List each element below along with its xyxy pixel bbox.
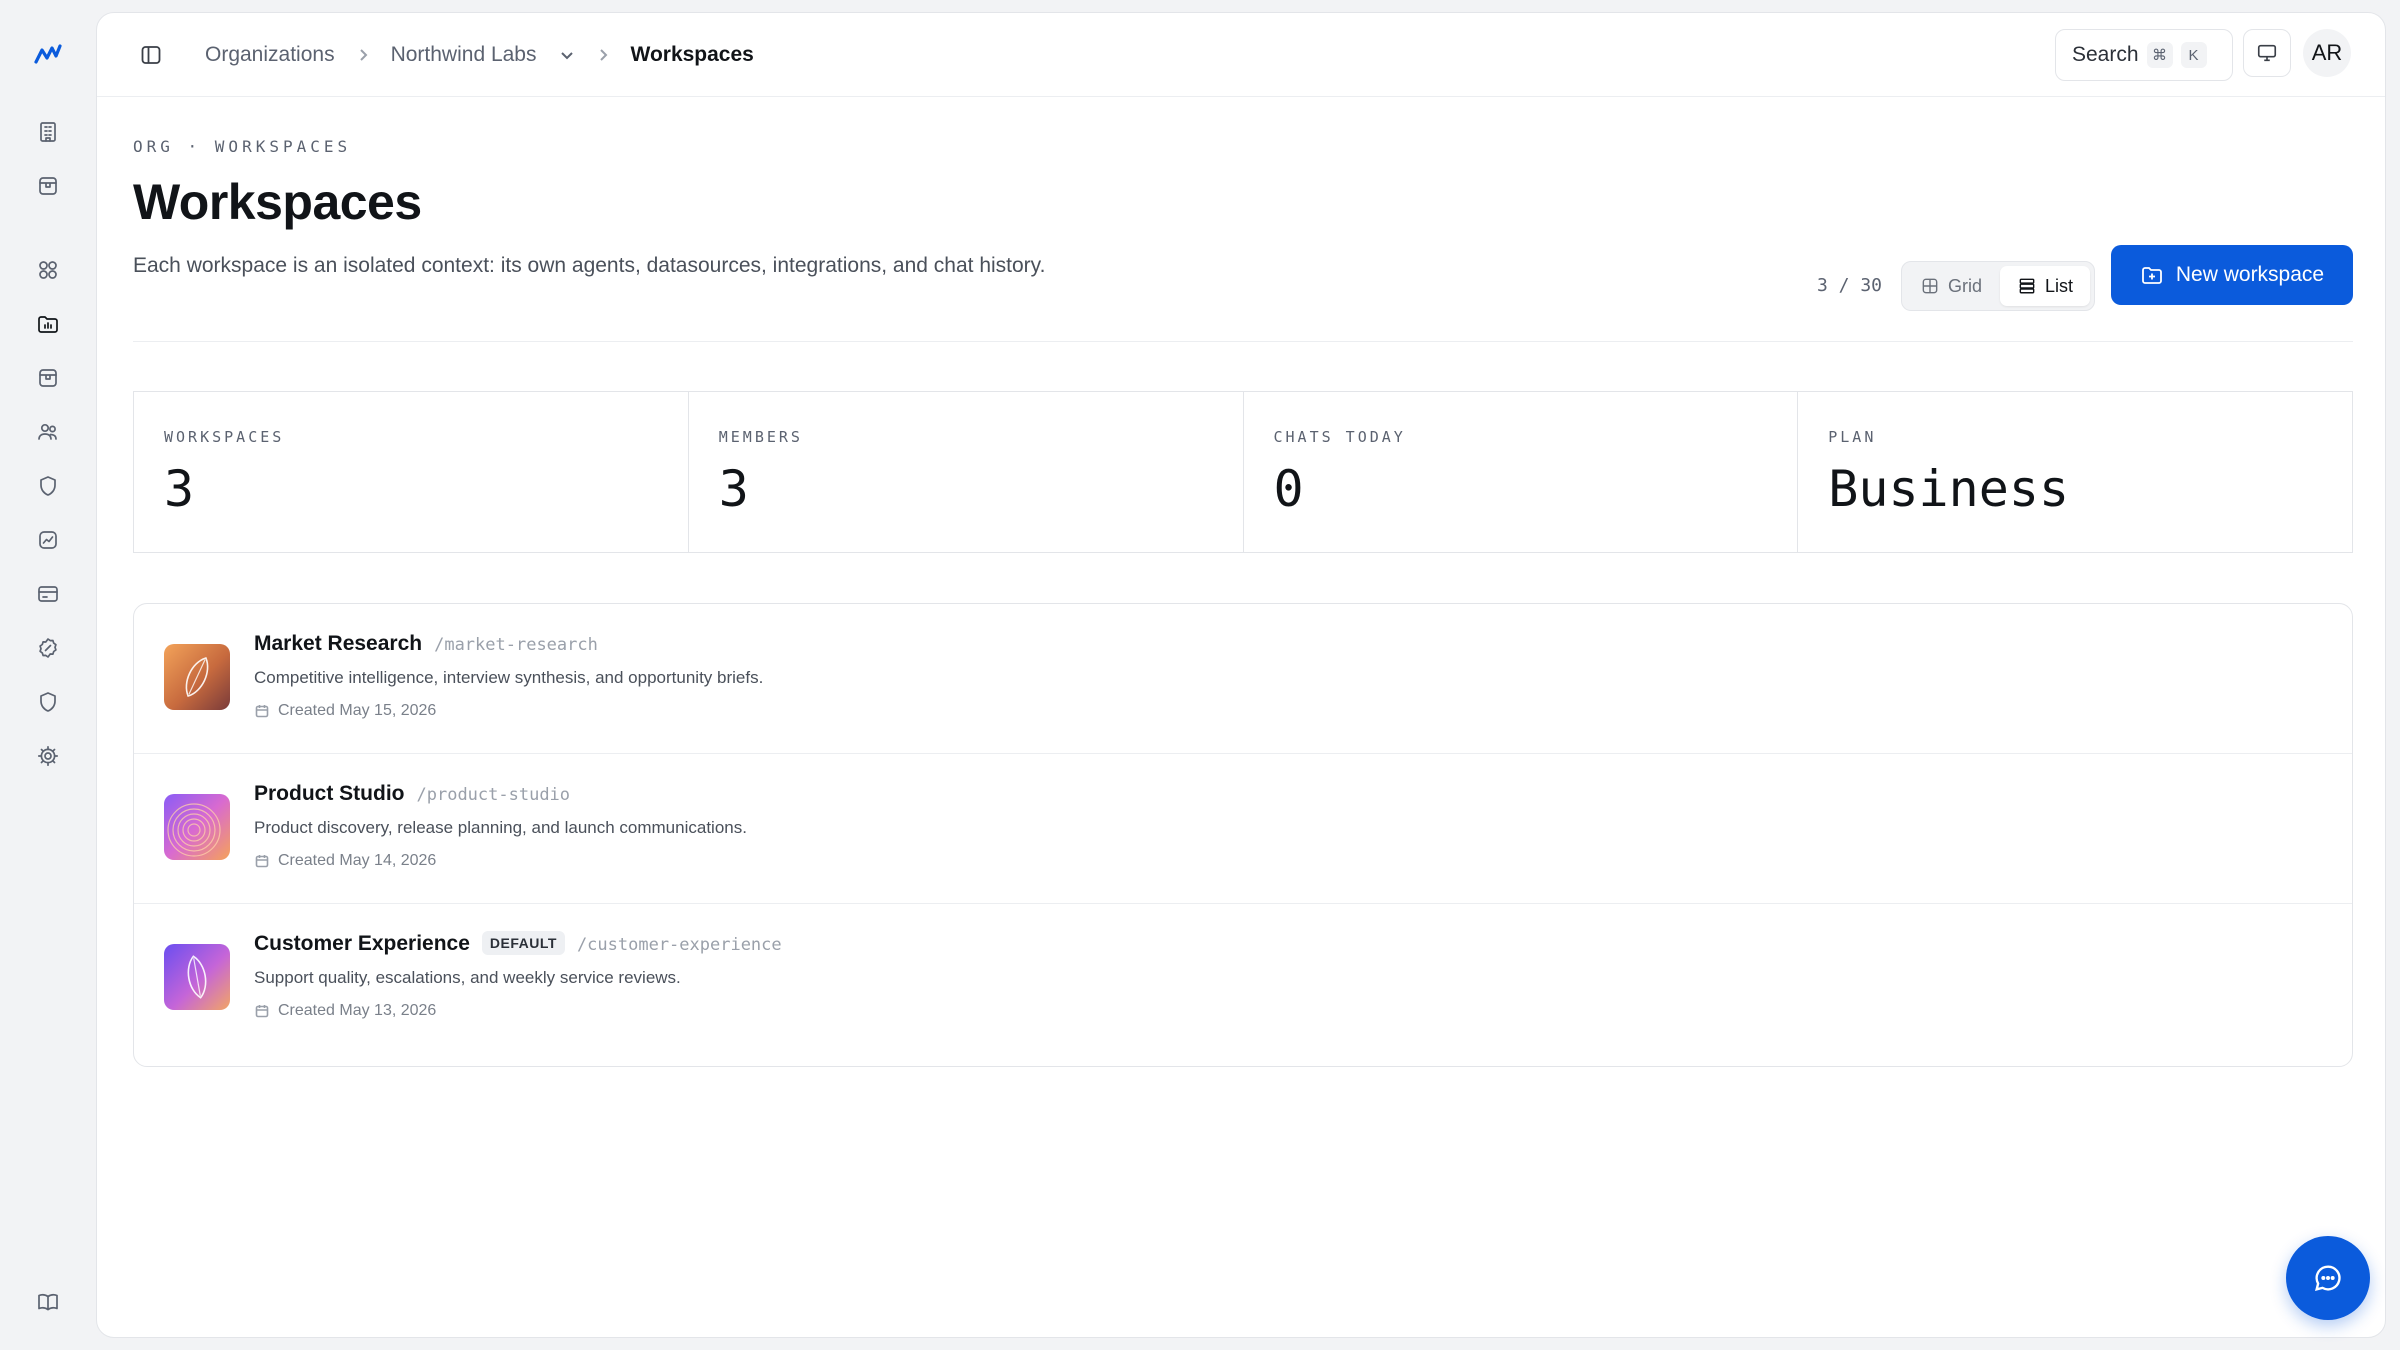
- workspace-title: Product Studio /product-studio: [254, 782, 570, 806]
- folder-workspace-icon[interactable]: [34, 310, 62, 338]
- workspace-created: Created May 15, 2026: [254, 702, 436, 720]
- calendar-icon: [255, 1005, 269, 1018]
- chevron-down-icon[interactable]: [559, 47, 575, 63]
- monitor-icon: [2257, 44, 2277, 62]
- nav-rail: [0, 0, 96, 1350]
- leaf-icon: [164, 644, 230, 710]
- building-icon[interactable]: [34, 118, 62, 146]
- workspace-row[interactable]: Customer Experience DEFAULT /customer-ex…: [134, 904, 2352, 1066]
- workspace-row[interactable]: Product Studio /product-studio Product d…: [134, 754, 2352, 904]
- view-toggle: Grid List: [1901, 261, 2095, 311]
- billing-icon[interactable]: [34, 580, 62, 608]
- page-description: Each workspace is an isolated context: i…: [133, 254, 1046, 277]
- list-view-icon: [2019, 278, 2035, 294]
- view-list-label: List: [2044, 275, 2073, 296]
- workspace-slug: /market-research: [434, 635, 598, 655]
- workspace-name[interactable]: Market Research: [254, 632, 422, 656]
- workspace-slug: /product-studio: [416, 785, 571, 805]
- stat-value: 3: [164, 460, 195, 518]
- created-date: Created May 14, 2026: [278, 852, 437, 869]
- users-icon[interactable]: [34, 418, 62, 446]
- created-date: Created May 15, 2026: [278, 702, 437, 719]
- workspace-created: Created May 13, 2026: [254, 1002, 436, 1020]
- stat-label: MEMBERS: [718, 428, 803, 446]
- workspace-row[interactable]: Market Research /market-research Competi…: [134, 604, 2352, 754]
- brand-logo-icon[interactable]: [32, 40, 64, 68]
- default-badge: DEFAULT: [481, 931, 565, 955]
- stat-value: Business: [1828, 460, 2070, 518]
- leaf-icon: [164, 944, 230, 1010]
- main-panel: Organizations Northwind Labs Workspaces …: [96, 12, 2386, 1338]
- workspace-name[interactable]: Product Studio: [254, 782, 405, 806]
- chat-button[interactable]: [2286, 1236, 2370, 1320]
- archive-icon[interactable]: [34, 364, 62, 392]
- workspace-title: Customer Experience DEFAULT /customer-ex…: [254, 931, 782, 957]
- security-icon[interactable]: [34, 688, 62, 716]
- workspace-description: Competitive intelligence, interview synt…: [254, 668, 764, 687]
- stats-row: WORKSPACES 3 MEMBERS 3 CHATS TODAY 0 PLA…: [133, 391, 2353, 553]
- calendar-icon: [255, 855, 269, 868]
- stat-value: 3: [718, 460, 749, 518]
- folder-plus-icon: [2141, 267, 2162, 284]
- workspace-list: Market Research /market-research Competi…: [133, 603, 2353, 1067]
- view-grid-button[interactable]: Grid: [1906, 266, 1996, 306]
- sidebar-toggle-icon[interactable]: [137, 41, 165, 69]
- shortcut-key-cmd: ⌘: [2146, 42, 2173, 68]
- stat-label: WORKSPACES: [164, 428, 285, 446]
- stat-label: CHATS TODAY: [1273, 428, 1406, 446]
- stat-workspaces: WORKSPACES 3: [134, 392, 689, 552]
- grid-icon[interactable]: [34, 256, 62, 284]
- breadcrumb-org[interactable]: Northwind Labs: [391, 43, 537, 67]
- stat-label: PLAN: [1828, 428, 1877, 446]
- gear-icon[interactable]: [34, 742, 62, 770]
- page-eyebrow: ORG · WORKSPACES: [133, 137, 352, 156]
- shield-icon[interactable]: [34, 472, 62, 500]
- page-title: Workspaces: [133, 174, 422, 230]
- new-workspace-button[interactable]: New workspace: [2111, 245, 2353, 305]
- package-icon[interactable]: [34, 172, 62, 200]
- search-label: Search: [2072, 43, 2139, 66]
- breadcrumb-current: Workspaces: [630, 43, 754, 66]
- workspace-count: 3 / 30: [1817, 275, 1883, 296]
- stat-chats-today: CHATS TODAY 0: [1244, 392, 1799, 552]
- breadcrumb-organizations[interactable]: Organizations: [205, 43, 335, 67]
- display-button[interactable]: [2243, 29, 2291, 77]
- chevron-right-icon: [355, 47, 371, 63]
- ripple-icon: [164, 794, 230, 860]
- new-workspace-label: New workspace: [2175, 263, 2325, 286]
- workspace-description: Support quality, escalations, and weekly…: [254, 968, 681, 987]
- avatar[interactable]: AR: [2303, 29, 2351, 77]
- workspace-description: Product discovery, release planning, and…: [254, 818, 747, 837]
- view-grid-label: Grid: [1947, 275, 1982, 296]
- grid-view-icon: [1922, 278, 1938, 294]
- analytics-icon[interactable]: [34, 526, 62, 554]
- workspace-created: Created May 14, 2026: [254, 852, 436, 870]
- shortcut-key-k: K: [2180, 42, 2207, 68]
- divider: [133, 341, 2353, 342]
- calendar-icon: [255, 705, 269, 718]
- docs-book-icon[interactable]: [34, 1288, 62, 1316]
- top-bar: Organizations Northwind Labs Workspaces …: [97, 13, 2385, 97]
- search-button[interactable]: Search ⌘ K: [2055, 29, 2233, 81]
- stat-members: MEMBERS 3: [689, 392, 1244, 552]
- created-date: Created May 13, 2026: [278, 1002, 437, 1019]
- chevron-right-icon: [595, 47, 611, 63]
- workspace-slug: /customer-experience: [576, 935, 782, 955]
- stat-plan: PLAN Business: [1798, 392, 2352, 552]
- view-list-button[interactable]: List: [2000, 266, 2090, 306]
- breadcrumb: Organizations Northwind Labs Workspaces: [205, 13, 754, 97]
- chat-bubble-icon: [2315, 1265, 2341, 1291]
- badge-settings-icon[interactable]: [34, 634, 62, 662]
- workspace-name[interactable]: Customer Experience: [254, 932, 470, 956]
- workspace-title: Market Research /market-research: [254, 632, 598, 656]
- stat-value: 0: [1273, 460, 1304, 518]
